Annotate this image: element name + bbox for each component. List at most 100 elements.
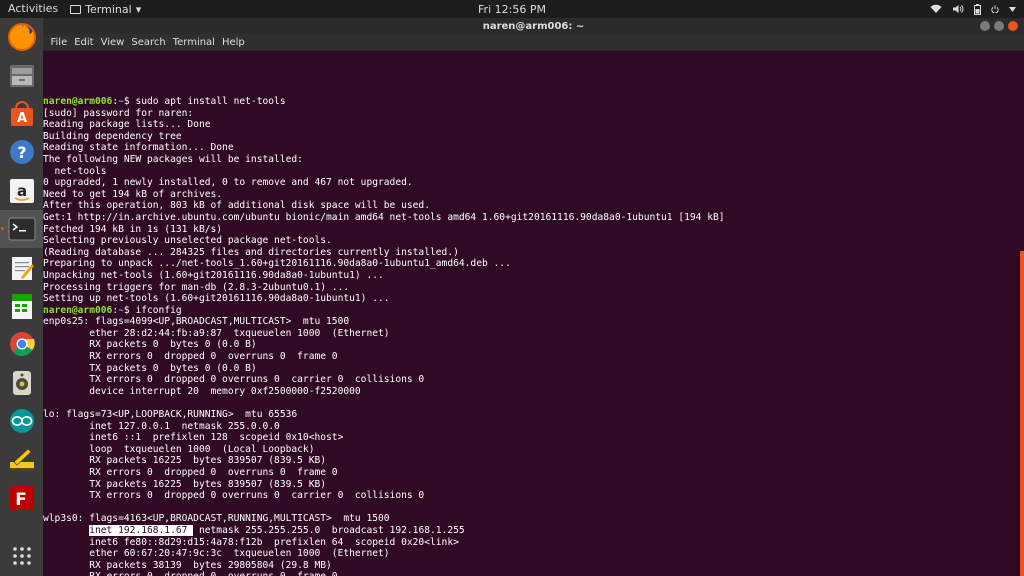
output-line: inet6 ::1 prefixlen 128 scopeid 0x10<hos… (43, 432, 344, 444)
output-line: Get:1 http://in.archive.ubuntu.com/ubunt… (43, 211, 725, 223)
dock-chrome[interactable] (0, 325, 43, 363)
dock-text-editor[interactable] (0, 248, 43, 286)
output-line: RX packets 0 bytes 0 (0.0 B) (43, 339, 257, 351)
terminal-window: naren@arm006: ~ File Edit View Search Te… (43, 18, 1024, 576)
maximize-icon[interactable] (994, 21, 1004, 31)
help-icon: ? (9, 140, 34, 165)
dock-arduino[interactable] (0, 402, 43, 440)
dock-firefox[interactable] (0, 18, 43, 56)
menu-view[interactable]: View (97, 37, 128, 48)
terminal-icon (8, 217, 35, 241)
output-line: inet6 fe80::8d29:d15:4a78:f12b prefixlen… (43, 536, 459, 548)
command-text: sudo apt install net-tools (135, 96, 286, 107)
svg-text:?: ? (17, 143, 26, 162)
system-tray[interactable] (930, 0, 1016, 18)
menu-help[interactable]: Help (218, 37, 248, 48)
dock-notes[interactable] (0, 440, 43, 478)
window-title: naren@arm006: ~ (482, 20, 585, 32)
output-line: RX packets 16225 bytes 839507 (839.5 KB) (43, 455, 327, 467)
output-line: Selecting previously unselected package … (43, 235, 332, 247)
output-line: ether 60:67:20:47:9c:3c txqueuelen 1000 … (43, 548, 390, 560)
prompt-symbol: $ (123, 96, 136, 107)
highlighted-ip: inet 192.168.1.67 (89, 524, 194, 536)
output-line: net-tools (43, 165, 107, 177)
dock-speaker-app[interactable] (0, 364, 43, 402)
prompt-line: naren@arm006:~$ sudo apt install net-too… (43, 96, 1018, 108)
dock-help[interactable]: ? (0, 133, 43, 171)
dock-amazon[interactable]: a (0, 172, 43, 210)
chrome-icon (9, 332, 35, 357)
output-line: enp0s25: flags=4099<UP,BROADCAST,MULTICA… (43, 316, 350, 328)
output-line: Processing triggers for man-db (2.8.3-2u… (43, 281, 350, 293)
output-line: [sudo] password for naren: (43, 107, 194, 119)
top-bar: Activities Terminal ▾ Fri 12:56 PM (0, 0, 1024, 18)
activities-button[interactable]: Activities (0, 0, 66, 18)
command-text: ifconfig (135, 304, 182, 316)
menu-terminal[interactable]: Terminal (169, 37, 218, 48)
scrollbar[interactable] (1020, 251, 1024, 576)
output-line: device interrupt 20 memory 0xf2500000-f2… (43, 385, 361, 397)
menu-bar: File Edit View Search Terminal Help (43, 34, 1024, 51)
terminal-area[interactable]: naren@arm006:~$ sudo apt install net-too… (43, 51, 1024, 576)
output-line: RX errors 0 dropped 0 overruns 0 frame 0 (43, 351, 338, 363)
terminal-output: naren@arm006:~$ sudo apt install net-too… (43, 96, 1018, 576)
speaker-app-icon (12, 370, 31, 395)
prompt-user: naren@arm006 (43, 96, 113, 107)
app-menu-label: Terminal (85, 2, 132, 16)
app-menu[interactable]: Terminal ▾ (70, 3, 141, 16)
clock[interactable]: Fri 12:56 PM (0, 3, 1024, 16)
notes-icon (9, 448, 34, 471)
battery-icon (974, 3, 981, 15)
output-line: ether 28:d2:44:fb:a9:87 txqueuelen 1000 … (43, 327, 390, 339)
show-applications-button[interactable] (0, 542, 43, 570)
power-icon (991, 5, 999, 13)
minimize-icon[interactable] (980, 21, 990, 31)
menu-edit[interactable]: Edit (71, 37, 97, 48)
inet-indent (43, 525, 89, 536)
output-line: 0 upgraded, 1 newly installed, 0 to remo… (43, 177, 413, 189)
output-line: inet 127.0.0.1 netmask 255.0.0.0 (43, 420, 280, 432)
output-line: inet 192.168.1.67 netmask 255.255.255.0 … (43, 524, 1018, 537)
output-line: TX errors 0 dropped 0 overruns 0 carrier… (43, 490, 425, 502)
dock-filezilla[interactable]: F (0, 479, 43, 517)
filezilla-icon: F (9, 485, 34, 510)
spreadsheet-icon (11, 293, 32, 319)
output-line: Preparing to unpack .../net-tools_1.60+g… (43, 258, 511, 270)
output-line: loop txqueuelen 1000 (Local Loopback) (43, 443, 315, 455)
output-line: lo: flags=73<UP,LOOPBACK,RUNNING> mtu 65… (43, 409, 298, 421)
output-line: The following NEW packages will be insta… (43, 153, 303, 165)
dock-spreadsheet[interactable] (0, 287, 43, 325)
close-icon[interactable] (1008, 21, 1018, 31)
files-icon (9, 64, 34, 87)
menu-file[interactable]: File (47, 37, 71, 48)
dock-software[interactable]: A (0, 95, 43, 133)
amazon-icon: a (9, 178, 34, 203)
output-line: (Reading database ... 284325 files and d… (43, 246, 459, 258)
app-grid-icon (12, 547, 31, 565)
output-line: Need to get 194 kB of archives. (43, 188, 223, 200)
window-controls (980, 21, 1018, 31)
output-line: TX packets 16225 bytes 839507 (839.5 KB) (43, 478, 327, 490)
output-line: TX packets 0 bytes 0 (0.0 B) (43, 362, 257, 374)
output-line: Reading state information... Done (43, 142, 234, 154)
menu-search[interactable]: Search (128, 37, 169, 48)
window-titlebar[interactable]: naren@arm006: ~ (43, 18, 1024, 34)
prompt-symbol: $ (123, 304, 136, 316)
chevron-down-icon (1009, 6, 1016, 12)
output-line: After this operation, 803 kB of addition… (43, 200, 430, 212)
svg-text:a: a (16, 182, 26, 200)
output-line: Setting up net-tools (1.60+git20161116.9… (43, 293, 390, 305)
dock-terminal[interactable] (0, 209, 43, 249)
output-line: wlp3s0: flags=4163<UP,BROADCAST,RUNNING,… (43, 513, 390, 525)
terminal-small-icon (70, 4, 82, 14)
output-line: Reading package lists... Done (43, 119, 211, 131)
output-line: TX errors 0 dropped 0 overruns 0 carrier… (43, 374, 425, 386)
arduino-icon (9, 409, 34, 434)
firefox-icon (7, 23, 36, 52)
chevron-down-icon: ▾ (135, 2, 142, 16)
volume-icon (953, 5, 964, 13)
svg-text:A: A (16, 111, 26, 126)
dock-files[interactable] (0, 56, 43, 94)
prompt-line: naren@arm006:~$ ifconfig (43, 305, 1018, 317)
